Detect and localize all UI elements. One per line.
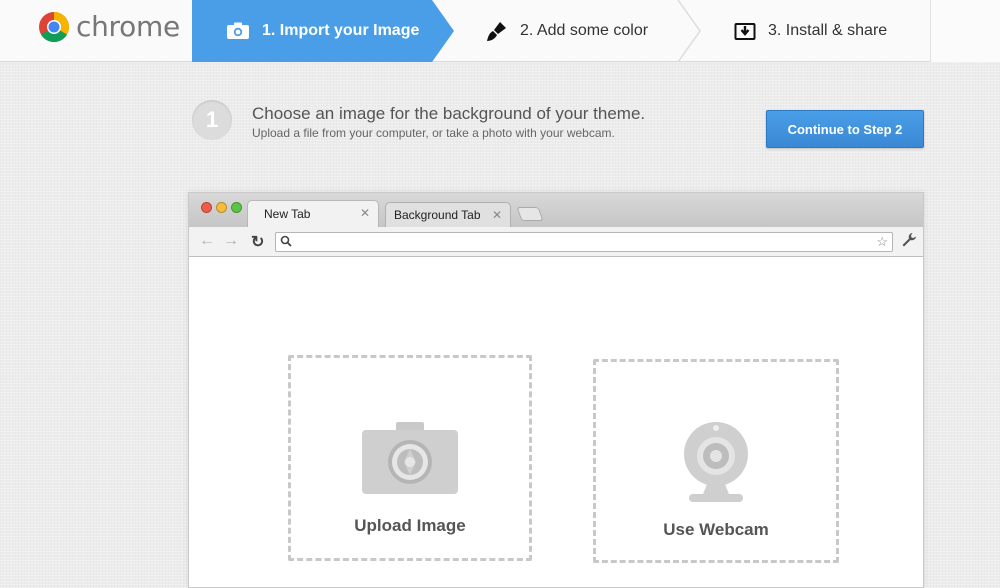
chrome-logo: chrome	[38, 10, 180, 43]
use-webcam-dropzone[interactable]: Use Webcam	[593, 359, 839, 563]
step-2-label: 2. Add some color	[520, 22, 649, 39]
search-icon	[280, 235, 292, 247]
tab-new-tab[interactable]: New Tab ✕	[247, 200, 379, 227]
download-icon	[734, 23, 756, 40]
chrome-logo-icon	[39, 11, 70, 42]
step-3-label: 3. Install & share	[768, 22, 888, 39]
camera-icon	[227, 22, 249, 39]
tab-label: Background Tab	[394, 208, 481, 222]
tab-strip: New Tab ✕ Background Tab ✕	[189, 193, 923, 227]
header-right-cap	[930, 0, 1000, 62]
new-tab-button[interactable]	[516, 207, 544, 221]
step-1-tab[interactable]: 1. Import your Image	[192, 0, 454, 62]
minimize-window-button[interactable]	[216, 202, 227, 213]
forward-arrow-icon[interactable]: →	[223, 232, 239, 250]
step-number-badge: 1	[192, 100, 232, 140]
step-divider	[677, 0, 701, 62]
tab-background-tab[interactable]: Background Tab ✕	[385, 202, 511, 227]
star-icon[interactable]: ☆	[876, 234, 888, 250]
reload-icon[interactable]: ↻	[251, 232, 264, 252]
close-icon[interactable]: ✕	[360, 206, 370, 220]
close-icon[interactable]: ✕	[492, 208, 502, 222]
step-header: chrome 1. Import your Image 2. Add some …	[0, 0, 1000, 62]
upload-image-label: Upload Image	[354, 516, 466, 535]
tab-label: New Tab	[264, 207, 311, 221]
step-3-tab[interactable]: 3. Install & share	[734, 0, 934, 62]
webcam-icon	[684, 422, 748, 502]
use-webcam-label: Use Webcam	[663, 520, 769, 539]
omnibox[interactable]: ☆	[275, 232, 893, 252]
continue-button[interactable]: Continue to Step 2	[766, 110, 924, 148]
maximize-window-button[interactable]	[231, 202, 242, 213]
instruction-title: Choose an image for the background of yo…	[252, 104, 646, 123]
camera-icon	[362, 422, 458, 494]
upload-image-dropzone[interactable]: Upload Image	[288, 355, 532, 561]
step-1-label: 1. Import your Image	[262, 22, 420, 39]
browser-preview: New Tab ✕ Background Tab ✕ ← → ↻ ☆ Uploa…	[188, 192, 924, 588]
back-arrow-icon[interactable]: ←	[199, 232, 215, 250]
close-window-button[interactable]	[201, 202, 212, 213]
step-2-tab[interactable]: 2. Add some color	[486, 0, 696, 62]
paintbrush-icon	[487, 22, 506, 41]
browser-toolbar: ← → ↻ ☆	[189, 227, 923, 257]
brand-name: chrome	[76, 10, 180, 43]
instruction-subtitle: Upload a file from your computer, or tak…	[252, 126, 615, 140]
wrench-icon[interactable]	[901, 232, 917, 248]
